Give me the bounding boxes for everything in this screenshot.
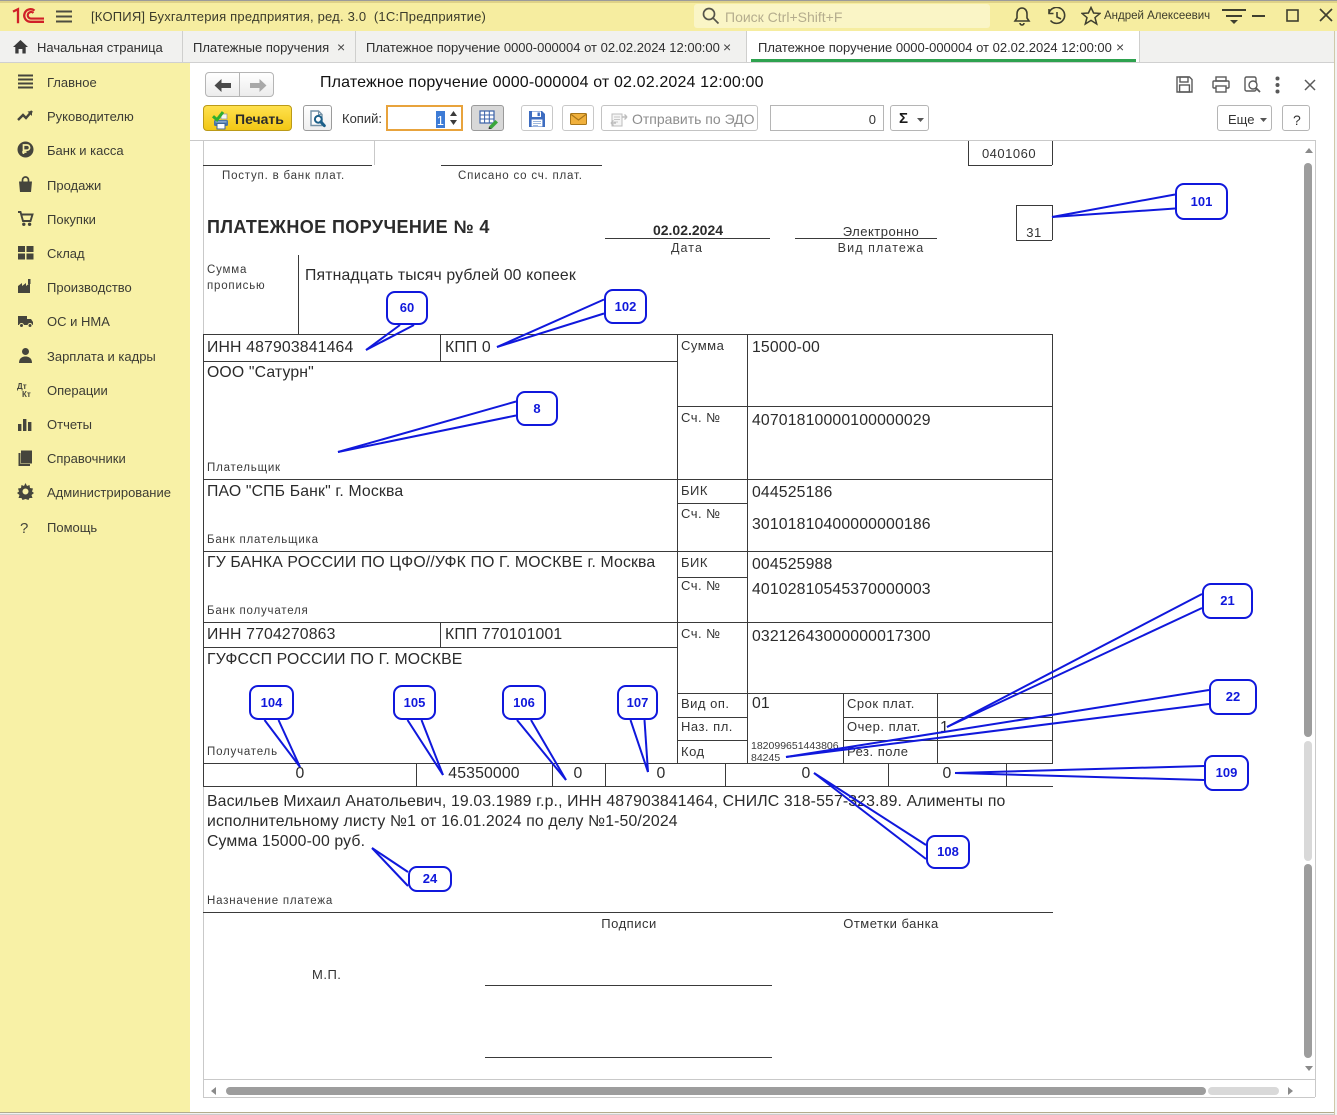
svg-text:?: ? (20, 520, 28, 535)
svg-text:Кт: Кт (22, 390, 31, 398)
